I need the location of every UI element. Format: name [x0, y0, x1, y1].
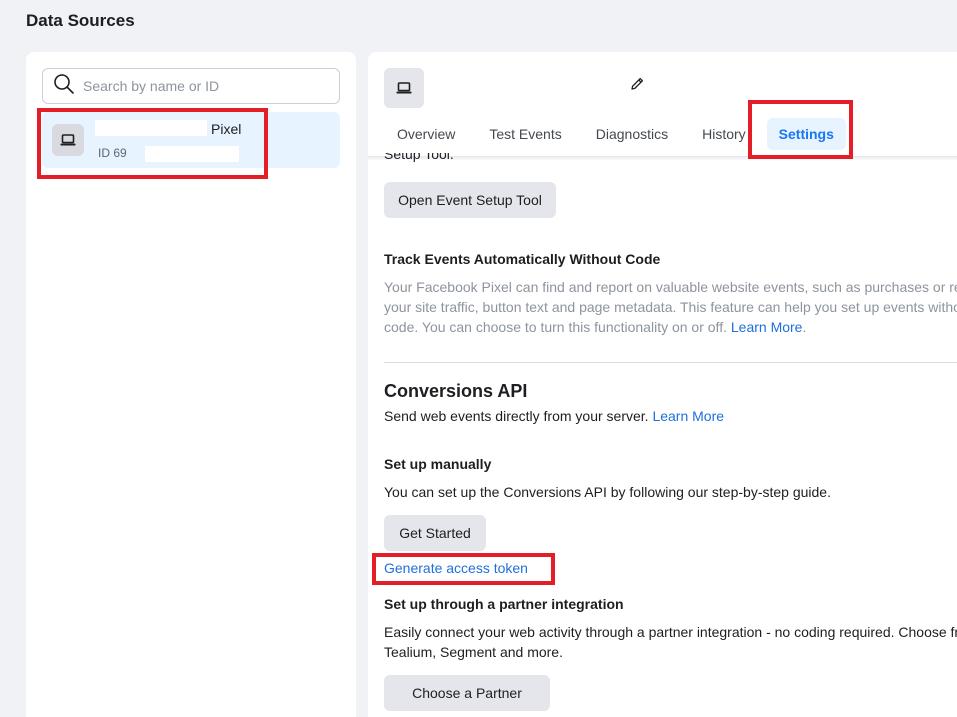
setup-manually-heading: Set up manually	[384, 456, 492, 472]
tab-bar: Overview Test Events Diagnostics History…	[384, 117, 854, 151]
auto-track-text-line-3: code. You can choose to turn this functi…	[384, 319, 807, 335]
partner-integration-text-line-1: Easily connect your web activity through…	[384, 624, 957, 640]
search-box[interactable]	[42, 68, 340, 104]
open-event-setup-tool-button[interactable]: Open Event Setup Tool	[384, 182, 556, 218]
laptop-icon	[384, 68, 424, 108]
auto-track-learn-more-link[interactable]: Learn More	[731, 319, 803, 335]
pencil-icon[interactable]	[629, 76, 645, 97]
tabs-divider	[368, 156, 957, 161]
conversions-api-description: Send web events directly from your serve…	[384, 408, 725, 424]
redacted-name-mask	[95, 120, 207, 136]
data-source-id: ID 69	[98, 146, 127, 160]
choose-a-partner-button[interactable]: Choose a Partner	[384, 675, 550, 711]
data-source-name: Pixel	[95, 120, 245, 137]
section-divider	[384, 362, 957, 363]
redacted-id-mask	[145, 146, 239, 162]
search-input[interactable]	[83, 78, 323, 94]
conversions-api-title: Conversions API	[384, 381, 528, 401]
data-source-type: Pixel	[211, 121, 242, 137]
setup-manually-description: You can set up the Conversions API by fo…	[384, 484, 831, 500]
search-icon	[53, 73, 75, 100]
auto-track-text-line-2: your site traffic, button text and page …	[384, 299, 957, 315]
clipped-setup-text: Setup Tool.	[384, 153, 454, 162]
tab-diagnostics[interactable]: Diagnostics	[583, 118, 681, 150]
auto-track-text-line-1: Your Facebook Pixel can find and report …	[384, 279, 957, 295]
page-title: Data Sources	[26, 11, 135, 30]
partner-integration-heading: Set up through a partner integration	[384, 596, 624, 612]
auto-track-heading: Track Events Automatically Without Code	[384, 251, 661, 267]
get-started-button[interactable]: Get Started	[384, 515, 486, 551]
partner-integration-text-line-2: Tealium, Segment and more.	[384, 644, 563, 660]
tab-test-events[interactable]: Test Events	[476, 118, 574, 150]
generate-access-token-link[interactable]: Generate access token	[384, 558, 528, 578]
tab-history[interactable]: History	[689, 118, 759, 150]
conversions-api-learn-more-link[interactable]: Learn More	[652, 408, 724, 424]
data-sources-list-panel: Pixel ID 69	[26, 52, 356, 717]
laptop-icon	[52, 124, 84, 156]
tab-settings[interactable]: Settings	[766, 118, 846, 150]
pixel-details-panel: Overview Test Events Diagnostics History…	[368, 52, 957, 717]
tab-overview[interactable]: Overview	[384, 118, 468, 150]
data-source-item-pixel[interactable]: Pixel ID 69	[42, 112, 340, 168]
